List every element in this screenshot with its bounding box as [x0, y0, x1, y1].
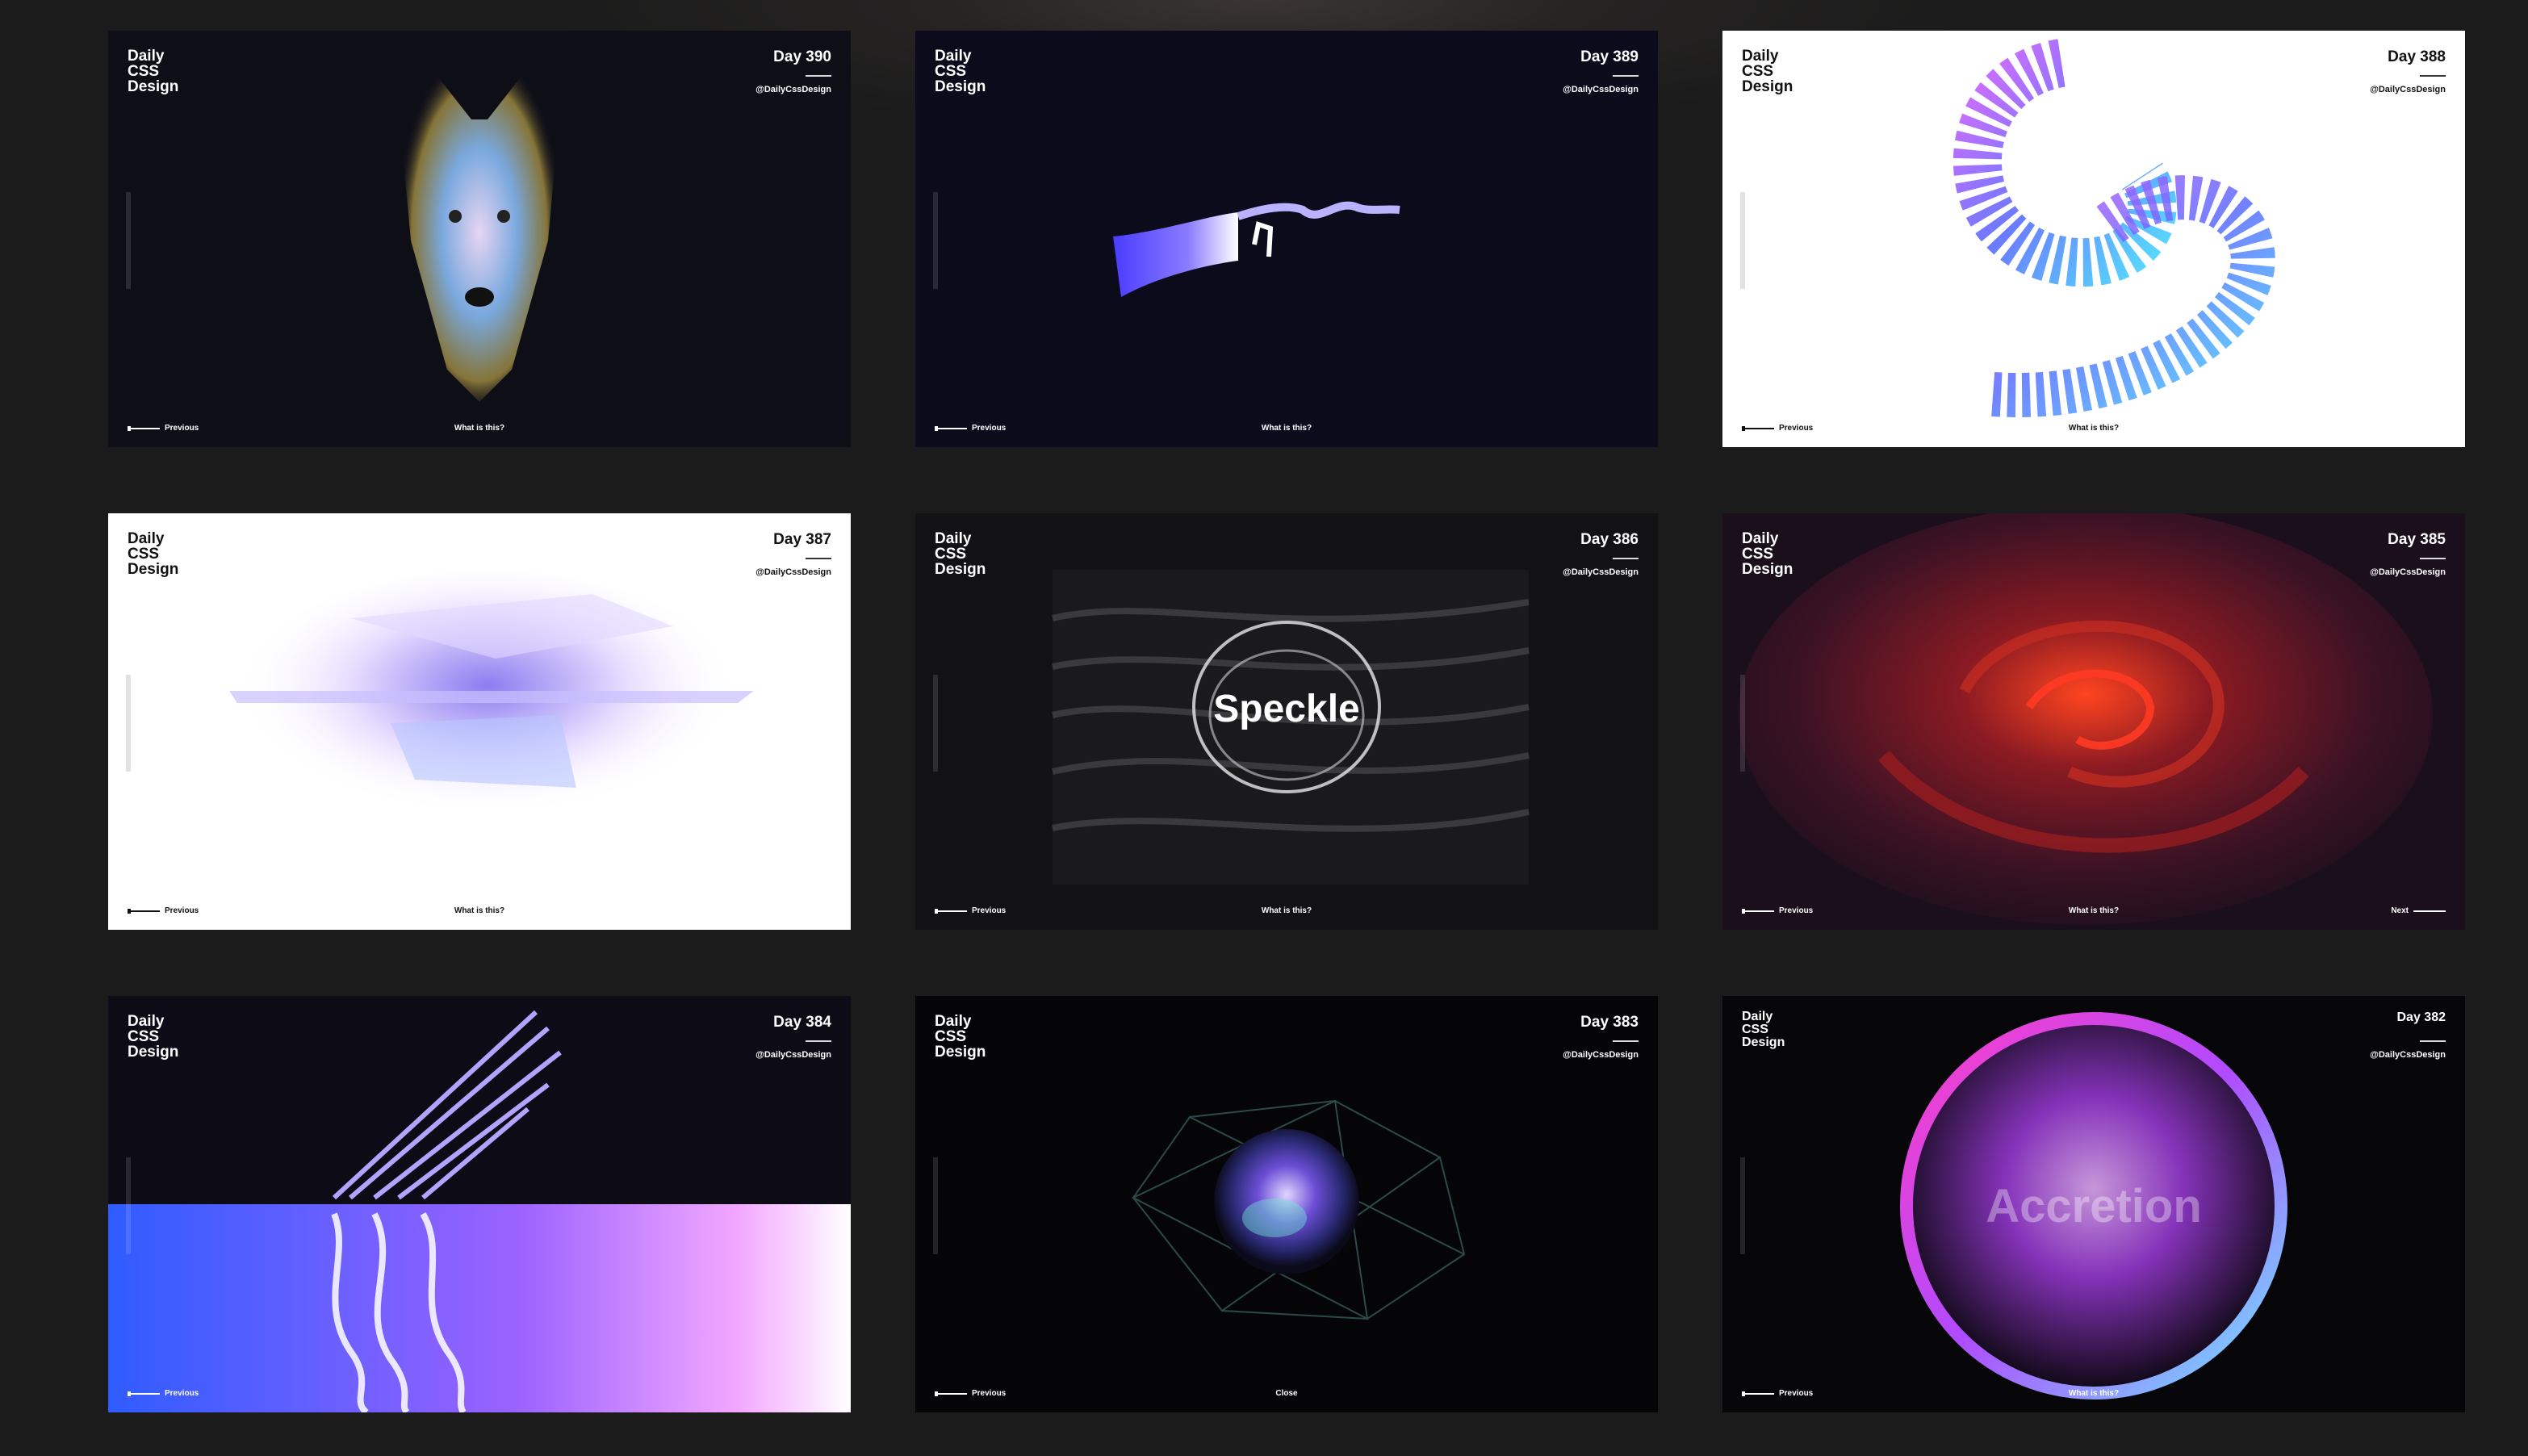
- side-caption: [1740, 675, 1745, 772]
- side-caption: [933, 192, 938, 289]
- wolf-artwork: [403, 63, 556, 402]
- glass-artwork: [229, 570, 754, 828]
- social-handle[interactable]: @DailyCssDesign: [755, 1050, 831, 1060]
- rose-artwork: [1739, 513, 2433, 925]
- side-caption: [126, 192, 131, 289]
- day-number: Day 385: [2388, 531, 2446, 548]
- what-is-this-link[interactable]: What is this?: [915, 906, 1658, 915]
- brand-logo[interactable]: Daily CSS Design: [935, 48, 986, 94]
- light-streaks-artwork: [108, 1010, 851, 1412]
- sand-dunes-artwork: Speckle: [1052, 570, 1530, 885]
- accretion-ring-artwork: Accretion: [1900, 1012, 2287, 1400]
- divider: [806, 558, 831, 559]
- side-caption: [933, 675, 938, 772]
- what-is-this-link[interactable]: What is this?: [915, 424, 1658, 433]
- arrow-left-icon: [128, 1391, 160, 1396]
- divider: [806, 75, 831, 77]
- what-is-this-link[interactable]: What is this?: [108, 906, 851, 915]
- gallery-card-day-387[interactable]: Daily CSS Design Day 387 @DailyCssDesign P…: [108, 513, 851, 930]
- arrow-right-icon: [2413, 910, 2446, 912]
- social-handle[interactable]: @DailyCssDesign: [2370, 85, 2446, 94]
- previous-link[interactable]: Previous: [128, 1389, 199, 1398]
- what-is-this-link[interactable]: What is this?: [108, 424, 851, 433]
- gallery-card-day-389[interactable]: Daily CSS Design Day 389 @DailyCssDesign P…: [915, 31, 1658, 447]
- brand-logo[interactable]: Daily CSS Design: [128, 531, 178, 577]
- day-number: Day 389: [1580, 48, 1639, 65]
- side-caption: [126, 675, 131, 772]
- gallery-page: Daily CSS Design Day 390 @DailyCssDesign P…: [0, 0, 2528, 1456]
- divider: [1613, 75, 1639, 77]
- social-handle[interactable]: @DailyCssDesign: [755, 567, 831, 577]
- social-handle[interactable]: @DailyCssDesign: [2370, 1050, 2446, 1060]
- what-is-this-link[interactable]: What is this?: [1722, 424, 2465, 433]
- brand-logo[interactable]: Daily CSS Design: [128, 48, 178, 94]
- divider: [806, 1040, 831, 1042]
- brand-logo[interactable]: Daily CSS Design: [1742, 48, 1793, 94]
- gallery-card-day-390[interactable]: Daily CSS Design Day 390 @DailyCssDesign P…: [108, 31, 851, 447]
- close-link[interactable]: Close: [915, 1389, 1658, 1398]
- gallery-card-day-384[interactable]: Daily CSS Design Day 384 @DailyCssDesign P…: [108, 996, 851, 1412]
- divider: [2420, 558, 2446, 559]
- day-number: Day 384: [773, 1014, 831, 1031]
- day-number: Day 382: [2396, 1010, 2446, 1024]
- divider: [1613, 558, 1639, 559]
- particle-swirl-artwork: [1953, 39, 2275, 418]
- social-handle[interactable]: @DailyCssDesign: [755, 85, 831, 94]
- social-handle[interactable]: @DailyCssDesign: [2370, 567, 2446, 577]
- gallery-card-day-383[interactable]: Daily CSS Design Day 383 @DailyCssDesign P…: [915, 996, 1658, 1412]
- divider: [2420, 1040, 2446, 1042]
- side-caption: [1740, 1157, 1745, 1254]
- divider: [1613, 1040, 1639, 1042]
- brand-logo[interactable]: Daily CSS Design: [1742, 531, 1793, 577]
- brand-logo[interactable]: Daily CSS Design: [935, 1014, 986, 1060]
- brand-logo[interactable]: Daily CSS Design: [935, 531, 986, 577]
- brand-logo[interactable]: Daily CSS Design: [128, 1014, 178, 1060]
- speckle-title: Speckle: [1213, 688, 1359, 730]
- side-caption: [933, 1157, 938, 1254]
- divider: [2420, 75, 2446, 77]
- day-number: Day 387: [773, 531, 831, 548]
- social-handle[interactable]: @DailyCssDesign: [1563, 1050, 1639, 1060]
- gallery-card-day-382[interactable]: Accretion Daily CSS Design Day 382 @DailyC…: [1722, 996, 2465, 1412]
- what-is-this-link[interactable]: What is this?: [1722, 1389, 2465, 1398]
- side-caption: [126, 1157, 131, 1254]
- day-number: Day 390: [773, 48, 831, 65]
- orb-network-artwork: [1131, 1099, 1466, 1320]
- ribbon-artwork: [1113, 201, 1400, 297]
- social-handle[interactable]: @DailyCssDesign: [1563, 567, 1639, 577]
- social-handle[interactable]: @DailyCssDesign: [1563, 85, 1639, 94]
- day-number: Day 388: [2388, 48, 2446, 65]
- day-number: Day 383: [1580, 1014, 1639, 1031]
- next-link[interactable]: Next: [2391, 906, 2446, 915]
- accretion-title: Accretion: [1986, 1180, 2202, 1232]
- gallery-card-day-388[interactable]: Daily CSS Design Day 388 @DailyCssDesign P…: [1722, 31, 2465, 447]
- gallery-card-day-386[interactable]: Speckle Daily CSS Design Day 386 @DailyCss…: [915, 513, 1658, 930]
- gallery-card-day-385[interactable]: Daily CSS Design Day 385 @DailyCssDesign P…: [1722, 513, 2465, 930]
- side-caption: [1740, 192, 1745, 289]
- brand-logo[interactable]: Daily CSS Design: [1742, 1010, 1785, 1049]
- what-is-this-link[interactable]: What is this?: [1722, 906, 2465, 915]
- day-number: Day 386: [1580, 531, 1639, 548]
